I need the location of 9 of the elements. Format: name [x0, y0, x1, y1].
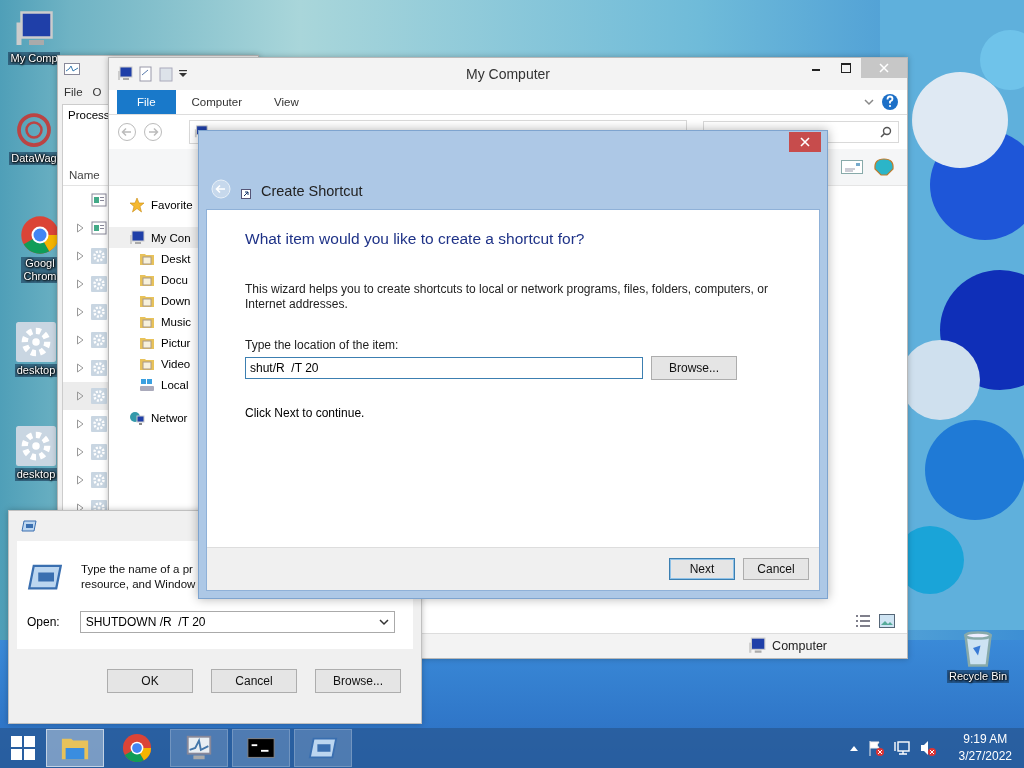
- wizard-description: This wizard helps you to create shortcuts to local or network programs, files, folders, computers, or Internet addresses.: [245, 282, 769, 312]
- location-label: Type the location of the item:: [245, 338, 400, 352]
- status-text: Computer: [772, 639, 827, 653]
- dialog-title: Create Shortcut: [261, 183, 363, 199]
- run-description: Type the name of a pr resource, and Window: [81, 562, 196, 592]
- window-title: My Computer: [466, 65, 550, 82]
- open-label: Open:: [27, 615, 60, 629]
- dialog-heading: What item would you like to create a shortcut for?: [245, 230, 586, 248]
- hint-text: Click Next to continue.: [245, 406, 366, 420]
